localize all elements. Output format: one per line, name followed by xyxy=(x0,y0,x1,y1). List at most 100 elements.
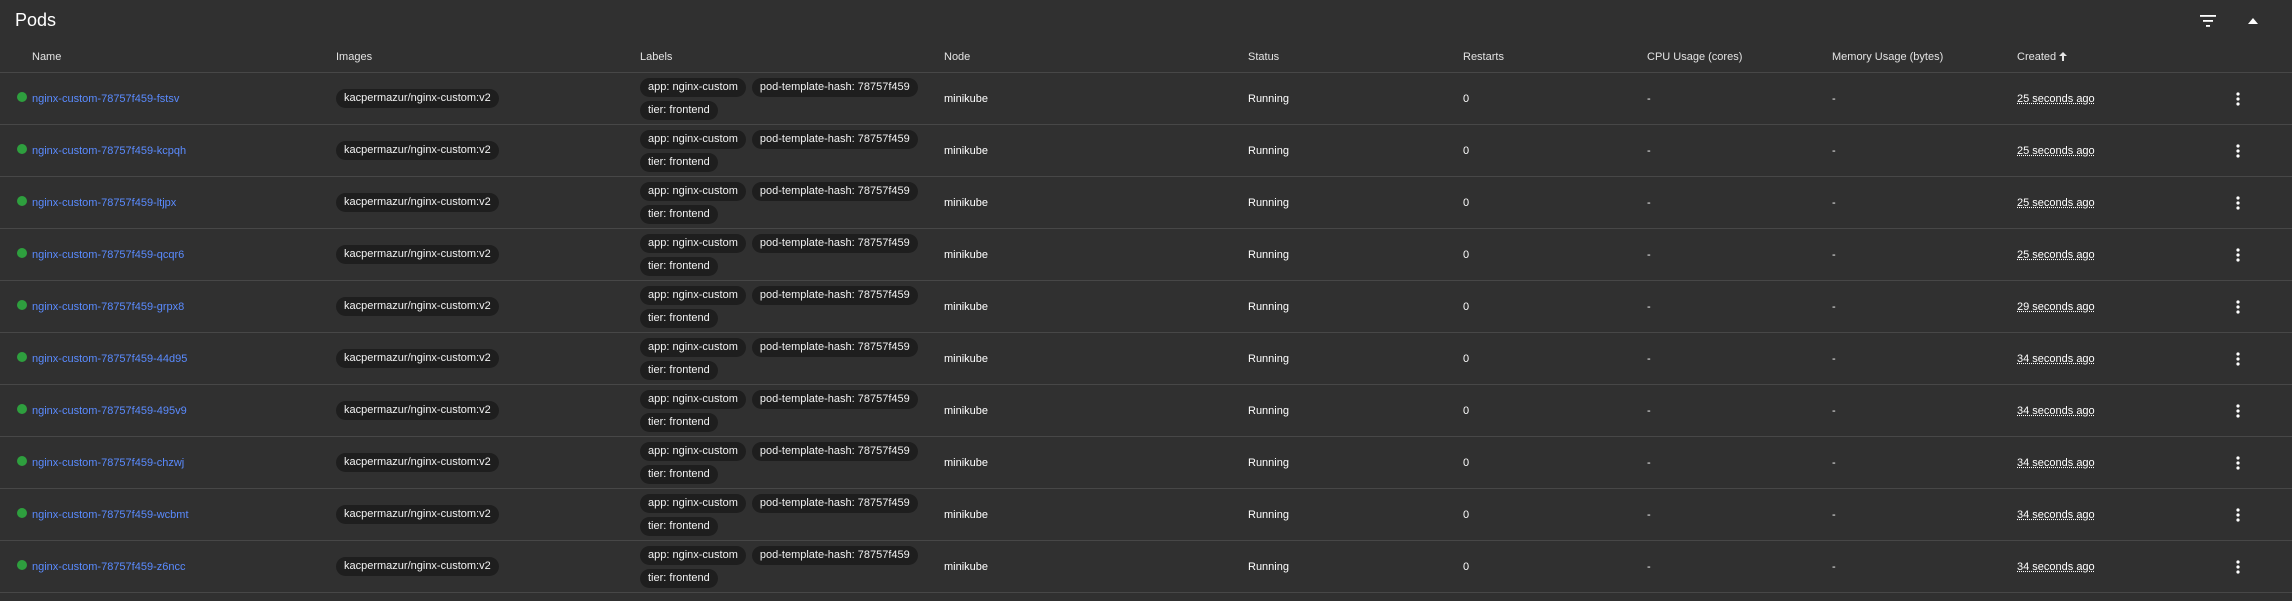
actions-cell xyxy=(2227,280,2292,333)
memory-usage-cell: - xyxy=(1832,228,2017,281)
images-cell: kacpermazur/nginx-custom:v2 xyxy=(336,124,640,177)
row-menu-button[interactable] xyxy=(2227,192,2249,214)
pod-name-link[interactable]: nginx-custom-78757f459-grpx8 xyxy=(32,301,184,313)
status-running-dot-icon xyxy=(17,404,27,414)
name-cell: nginx-custom-78757f459-chzwj xyxy=(32,436,336,489)
row-menu-button[interactable] xyxy=(2227,348,2249,370)
row-menu-button[interactable] xyxy=(2227,452,2249,474)
labels-cell: app: nginx-custom pod-template-hash: 787… xyxy=(640,228,944,281)
image-chip: kacpermazur/nginx-custom:v2 xyxy=(336,141,499,160)
labels-cell: app: nginx-custom pod-template-hash: 787… xyxy=(640,384,944,437)
pod-name-link[interactable]: nginx-custom-78757f459-495v9 xyxy=(32,405,187,417)
status-cell xyxy=(0,436,32,489)
row-menu-button[interactable] xyxy=(2227,140,2249,162)
actions-cell xyxy=(2227,488,2292,541)
image-chip: kacpermazur/nginx-custom:v2 xyxy=(336,193,499,212)
actions-cell xyxy=(2227,124,2292,177)
restarts-cell: 0 xyxy=(1463,384,1647,437)
memory-usage-cell: - xyxy=(1832,384,2017,437)
label-chip: app: nginx-custom xyxy=(640,545,746,565)
pod-name-link[interactable]: nginx-custom-78757f459-qcqr6 xyxy=(32,249,184,261)
column-header-created-label: Created xyxy=(2017,51,2057,63)
status-running-dot-icon xyxy=(17,248,27,258)
images-cell: kacpermazur/nginx-custom:v2 xyxy=(336,540,640,593)
actions-cell xyxy=(2227,228,2292,281)
actions-cell xyxy=(2227,176,2292,229)
cpu-usage-cell: - xyxy=(1647,280,1832,333)
status-running-dot-icon xyxy=(17,300,27,310)
cpu-usage-cell: - xyxy=(1647,176,1832,229)
status-cell xyxy=(0,540,32,593)
created-cell: 25 seconds ago xyxy=(2017,124,2227,177)
row-menu-button[interactable] xyxy=(2227,244,2249,266)
pod-name-link[interactable]: nginx-custom-78757f459-wcbmt xyxy=(32,509,189,521)
pods-panel: Pods Name Images Labels Node Status Rest… xyxy=(0,0,2292,601)
panel-header: Pods xyxy=(0,0,2292,42)
collapse-button[interactable] xyxy=(2240,8,2266,34)
label-chip: pod-template-hash: 78757f459 xyxy=(751,545,918,565)
created-age: 29 seconds ago xyxy=(2017,300,2095,313)
pod-name-link[interactable]: nginx-custom-78757f459-fstsv xyxy=(32,93,179,105)
label-chip: pod-template-hash: 78757f459 xyxy=(751,493,918,513)
status-text-cell: Running xyxy=(1248,72,1463,125)
more-vert-icon xyxy=(2236,403,2240,418)
status-cell xyxy=(0,384,32,437)
node-cell: minikube xyxy=(944,124,1248,177)
labels-chip-group: app: nginx-custom pod-template-hash: 787… xyxy=(640,180,930,226)
name-cell: nginx-custom-78757f459-kcpqh xyxy=(32,124,336,177)
label-chip: tier: frontend xyxy=(640,256,718,276)
pod-name-link[interactable]: nginx-custom-78757f459-chzwj xyxy=(32,457,184,469)
label-chip: pod-template-hash: 78757f459 xyxy=(751,181,918,201)
row-menu-button[interactable] xyxy=(2227,88,2249,110)
image-chip: kacpermazur/nginx-custom:v2 xyxy=(336,453,499,472)
table-row: nginx-custom-78757f459-kcpqh kacpermazur… xyxy=(0,124,2292,177)
node-cell: minikube xyxy=(944,436,1248,489)
column-header-name[interactable]: Name xyxy=(32,42,336,73)
row-menu-button[interactable] xyxy=(2227,400,2249,422)
status-text-cell: Running xyxy=(1248,176,1463,229)
created-cell: 34 seconds ago xyxy=(2017,488,2227,541)
created-cell: 29 seconds ago xyxy=(2017,280,2227,333)
created-cell: 34 seconds ago xyxy=(2017,332,2227,385)
pod-name-link[interactable]: nginx-custom-78757f459-ltjpx xyxy=(32,197,176,209)
memory-usage-cell: - xyxy=(1832,488,2017,541)
cpu-usage-cell: - xyxy=(1647,72,1832,125)
status-running-dot-icon xyxy=(17,196,27,206)
cpu-usage-cell: - xyxy=(1647,124,1832,177)
created-age: 34 seconds ago xyxy=(2017,508,2095,521)
labels-cell: app: nginx-custom pod-template-hash: 787… xyxy=(640,176,944,229)
label-chip: pod-template-hash: 78757f459 xyxy=(751,129,918,149)
pod-name-link[interactable]: nginx-custom-78757f459-44d95 xyxy=(32,353,187,365)
label-chip: app: nginx-custom xyxy=(640,77,746,97)
row-menu-button[interactable] xyxy=(2227,556,2249,578)
memory-usage-cell: - xyxy=(1832,436,2017,489)
row-menu-button[interactable] xyxy=(2227,296,2249,318)
column-header-created[interactable]: Created xyxy=(2017,42,2227,73)
labels-chip-group: app: nginx-custom pod-template-hash: 787… xyxy=(640,76,930,122)
memory-usage-cell: - xyxy=(1832,332,2017,385)
created-age: 25 seconds ago xyxy=(2017,196,2095,209)
label-chip: tier: frontend xyxy=(640,152,718,172)
created-cell: 34 seconds ago xyxy=(2017,436,2227,489)
more-vert-icon xyxy=(2236,559,2240,574)
labels-chip-group: app: nginx-custom pod-template-hash: 787… xyxy=(640,232,930,278)
row-menu-button[interactable] xyxy=(2227,504,2249,526)
node-cell: minikube xyxy=(944,72,1248,125)
label-chip: tier: frontend xyxy=(640,308,718,328)
name-cell: nginx-custom-78757f459-ltjpx xyxy=(32,176,336,229)
cpu-usage-cell: - xyxy=(1647,540,1832,593)
created-cell: 25 seconds ago xyxy=(2017,72,2227,125)
pod-name-link[interactable]: nginx-custom-78757f459-kcpqh xyxy=(32,145,186,157)
status-text-cell: Running xyxy=(1248,280,1463,333)
restarts-cell: 0 xyxy=(1463,124,1647,177)
labels-cell: app: nginx-custom pod-template-hash: 787… xyxy=(640,436,944,489)
label-chip: pod-template-hash: 78757f459 xyxy=(751,285,918,305)
labels-cell: app: nginx-custom pod-template-hash: 787… xyxy=(640,72,944,125)
more-vert-icon xyxy=(2236,91,2240,106)
image-chip: kacpermazur/nginx-custom:v2 xyxy=(336,349,499,368)
filter-button[interactable] xyxy=(2195,8,2221,34)
pod-name-link[interactable]: nginx-custom-78757f459-z6ncc xyxy=(32,561,185,573)
status-cell xyxy=(0,280,32,333)
label-chip: app: nginx-custom xyxy=(640,285,746,305)
images-cell: kacpermazur/nginx-custom:v2 xyxy=(336,384,640,437)
